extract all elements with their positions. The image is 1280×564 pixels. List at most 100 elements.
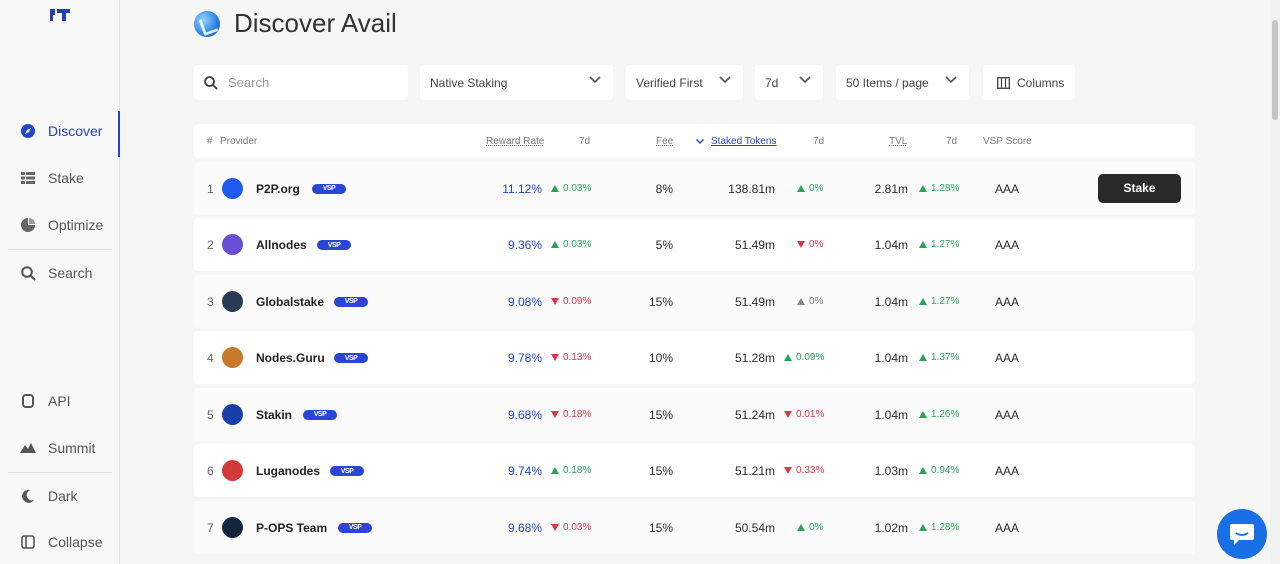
table-row[interactable]: 4 Nodes.Guru VSP 9.78% 0.13% 10% 51.28m 0.09% 1.… — [194, 331, 1195, 384]
search-placeholder: Search — [228, 75, 270, 90]
stake-button[interactable]: Stake — [1098, 173, 1181, 203]
api-icon — [20, 393, 36, 409]
trend-arrow-icon — [797, 297, 805, 305]
vsp-score-cell: AAA — [995, 520, 1020, 535]
reward-change-cell: 0.13% — [551, 352, 591, 363]
fee-cell: 15% — [648, 520, 673, 535]
sidebar-item-api[interactable]: API — [0, 381, 119, 421]
staked-change-cell: 0% — [797, 183, 823, 194]
fee-cell: 10% — [648, 351, 673, 365]
provider-name[interactable]: Stakin — [256, 408, 292, 422]
provider-name[interactable]: Nodes.Guru — [256, 351, 325, 365]
sidebar-item-label: Dark — [48, 488, 78, 504]
trend-arrow-icon — [784, 467, 792, 474]
tvl-cell: 1.04m — [874, 294, 908, 309]
provider-logo — [222, 516, 243, 538]
tvl-change-value: 1.28% — [931, 182, 960, 194]
reward-rate-cell: 9.74% — [507, 464, 542, 478]
header-provider[interactable]: Provider — [220, 136, 257, 147]
fee-cell: 5% — [655, 238, 673, 252]
fee-cell: 8% — [655, 181, 673, 196]
trend-arrow-icon — [919, 467, 927, 474]
reward-change-value: 0.18% — [563, 465, 592, 476]
sidebar-item-stake[interactable]: Stake — [0, 158, 119, 198]
header-tvl-period[interactable]: 7d — [946, 136, 957, 147]
staked-change-cell: 0% — [797, 522, 823, 533]
page-size-select[interactable]: 50 Items / page — [836, 65, 969, 100]
period-value: 7d — [765, 75, 779, 90]
table-row[interactable]: 7 P-OPS Team VSP 9.68% 0.03% 15% 50.54m 0% 1.02m… — [194, 500, 1195, 554]
tvl-change-value: 1.27% — [931, 239, 960, 250]
trend-arrow-icon — [551, 241, 559, 248]
header-staked-tokens[interactable]: Staked Tokens — [711, 136, 776, 147]
trend-arrow-icon — [919, 410, 927, 418]
sidebar-item-label: Search — [48, 265, 93, 281]
verified-badge: VSP — [303, 409, 337, 420]
columns-button[interactable]: Columns — [983, 65, 1075, 100]
rank-cell: 6 — [207, 464, 214, 478]
period-select[interactable]: 7d — [755, 65, 823, 100]
sidebar-item-optimize[interactable]: Optimize — [0, 205, 119, 245]
provider-name[interactable]: Globalstake — [256, 295, 324, 309]
provider-name[interactable]: P2P.org — [256, 182, 300, 196]
header-reward-period[interactable]: 7d — [579, 136, 590, 147]
staked-change-value: 0.33% — [796, 465, 825, 476]
sidebar-item-collapse[interactable]: Collapse — [0, 522, 119, 562]
header-tvl[interactable]: TVL — [889, 136, 907, 147]
tvl-change-cell: 0.94% — [919, 465, 959, 476]
reward-change-cell: 0.18% — [551, 465, 591, 476]
provider-name[interactable]: Allnodes — [256, 238, 307, 252]
provider-name[interactable]: Luganodes — [256, 464, 320, 478]
staked-change-cell: 0.09% — [784, 352, 824, 363]
trend-arrow-icon — [551, 354, 559, 361]
header-reward-rate[interactable]: Reward Rate — [486, 136, 544, 147]
tvl-change-cell: 1.28% — [919, 522, 959, 533]
staking-type-select[interactable]: Native Staking — [420, 65, 613, 100]
search-input[interactable]: Search — [194, 65, 408, 100]
staked-tokens-cell: 51.49m — [734, 294, 775, 309]
sidebar-item-search[interactable]: Search — [0, 253, 119, 293]
header-fee[interactable]: Fee — [656, 136, 673, 147]
sidebar-item-label: Summit — [48, 440, 96, 456]
sidebar-item-discover[interactable]: Discover — [0, 111, 120, 157]
provider-logo — [222, 347, 243, 368]
tvl-change-cell: 1.27% — [919, 239, 959, 250]
reward-change-value: 0.18% — [563, 408, 592, 420]
tvl-change-cell: 1.37% — [919, 352, 959, 363]
tvl-cell: 1.02m — [874, 520, 908, 535]
sidebar-item-label: API — [48, 393, 71, 409]
rank-cell: 4 — [207, 351, 214, 365]
tvl-cell: 1.04m — [874, 407, 908, 422]
reward-change-value: 0.03% — [563, 521, 592, 533]
sidebar-item-summit[interactable]: Summit — [0, 428, 119, 468]
reward-rate-cell: 9.68% — [507, 407, 542, 422]
app-logo[interactable] — [50, 9, 70, 21]
table-row[interactable]: 3 Globalstake VSP 9.08% 0.09% 15% 51.49m 0% 1.04… — [194, 274, 1195, 328]
table-row[interactable]: 2 Allnodes VSP 9.36% 0.03% 5% 51.49m 0% 1.04m 1.2… — [194, 218, 1195, 271]
reward-change-value: 0.03% — [563, 182, 592, 194]
pie-icon — [20, 217, 36, 233]
chevron-down-icon — [589, 76, 601, 84]
table-row[interactable]: 1 P2P.org VSP 11.12% 0.03% 8% 138.81m 0% 2.81m 1.… — [194, 161, 1195, 215]
header-vsp-score[interactable]: VSP Score — [983, 136, 1032, 147]
table-row[interactable]: 6 Luganodes VSP 9.74% 0.18% 15% 51.21m 0.33% 1.0… — [194, 444, 1195, 497]
scrollbar-thumb[interactable] — [1272, 20, 1278, 120]
mountain-icon — [20, 440, 36, 456]
trend-arrow-icon — [551, 410, 559, 418]
tvl-change-cell: 1.27% — [919, 296, 959, 307]
header-staked-period[interactable]: 7d — [813, 136, 824, 147]
sort-select[interactable]: Verified First — [626, 65, 743, 100]
tvl-change-value: 1.27% — [931, 295, 960, 307]
table-row[interactable]: 5 Stakin VSP 9.68% 0.18% 15% 51.24m 0.01% 1.04m 1… — [194, 387, 1195, 441]
provider-name[interactable]: P-OPS Team — [256, 521, 327, 535]
scrollbar[interactable] — [1270, 0, 1280, 564]
tvl-change-value: 1.26% — [931, 408, 960, 420]
trend-arrow-icon — [919, 523, 927, 531]
sort-desc-icon[interactable] — [696, 139, 704, 144]
sidebar-item-dark[interactable]: Dark — [0, 476, 119, 516]
chat-widget-button[interactable] — [1217, 509, 1267, 559]
staked-tokens-cell: 51.21m — [734, 464, 775, 478]
tvl-change-value: 1.28% — [931, 521, 960, 533]
staked-change-value: 0.09% — [796, 352, 825, 363]
staked-tokens-cell: 51.49m — [734, 238, 775, 252]
